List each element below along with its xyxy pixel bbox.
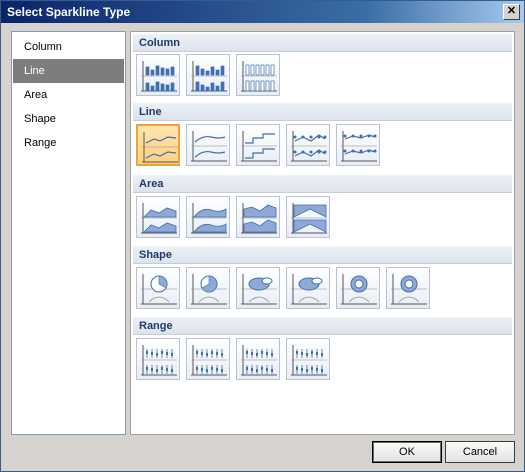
close-button[interactable]: ✕: [503, 4, 520, 20]
line-sparkline-icon: [291, 131, 327, 162]
section-header-range: Range: [133, 317, 512, 335]
area-sparkline-icon: [191, 203, 227, 234]
pie-sparkline-icon: [391, 274, 427, 305]
line-sparkline-icon: [341, 131, 377, 162]
section-header-line: Line: [133, 103, 512, 121]
section-header-column: Column: [133, 34, 512, 52]
sparkline-category-list: Column Line Area Shape Range: [11, 31, 126, 435]
section-header-area: Area: [133, 175, 512, 193]
line-sparkline-icon: [241, 131, 277, 162]
pie-sparkline-tile-2[interactable]: [186, 267, 230, 309]
range-sparkline-tile-4[interactable]: [286, 338, 330, 380]
line-sparkline-icon: [191, 131, 227, 162]
column-sparkline-icon: [241, 61, 277, 92]
column-sparkline-tile-2[interactable]: [186, 54, 230, 96]
pie-sparkline-tile-5[interactable]: [336, 267, 380, 309]
pie-sparkline-tile-3[interactable]: [236, 267, 280, 309]
pie-sparkline-tile-1[interactable]: [136, 267, 180, 309]
area-sparkline-tile-4[interactable]: [286, 196, 330, 238]
gallery-content: Column Line Area Shape Range: [131, 32, 514, 432]
range-sparkline-icon: [141, 345, 177, 376]
pie-sparkline-icon: [141, 274, 177, 305]
line-sparkline-tile-3[interactable]: [236, 124, 280, 166]
sidebar-item-area[interactable]: Area: [13, 83, 124, 107]
line-sparkline-tile-2[interactable]: [186, 124, 230, 166]
column-sparkline-tile-1[interactable]: [136, 54, 180, 96]
sidebar-item-column[interactable]: Column: [13, 35, 124, 59]
line-sparkline-tile-1[interactable]: [136, 124, 180, 166]
range-sparkline-icon: [241, 345, 277, 376]
area-sparkline-tile-1[interactable]: [136, 196, 180, 238]
select-sparkline-type-dialog: Select Sparkline Type ✕ Column Line Area…: [0, 0, 525, 472]
range-sparkline-tile-2[interactable]: [186, 338, 230, 380]
cancel-button[interactable]: Cancel: [445, 441, 515, 463]
range-sparkline-icon: [191, 345, 227, 376]
sidebar-item-line[interactable]: Line: [13, 59, 124, 83]
area-sparkline-icon: [141, 203, 177, 234]
column-sparkline-tile-3[interactable]: [236, 54, 280, 96]
line-sparkline-tile-5[interactable]: [336, 124, 380, 166]
column-sparkline-icon: [191, 61, 227, 92]
pie-sparkline-icon: [291, 274, 327, 305]
range-sparkline-tile-3[interactable]: [236, 338, 280, 380]
dialog-title: Select Sparkline Type: [7, 5, 131, 19]
pie-sparkline-icon: [241, 274, 277, 305]
area-sparkline-icon: [241, 203, 277, 234]
area-sparkline-tile-3[interactable]: [236, 196, 280, 238]
pie-sparkline-tile-6[interactable]: [386, 267, 430, 309]
area-sparkline-icon: [291, 203, 327, 234]
title-bar: Select Sparkline Type ✕: [1, 1, 524, 23]
range-sparkline-tile-1[interactable]: [136, 338, 180, 380]
line-sparkline-tile-4[interactable]: [286, 124, 330, 166]
line-sparkline-icon: [142, 132, 178, 163]
section-header-shape: Shape: [133, 246, 512, 264]
column-sparkline-icon: [141, 61, 177, 92]
sparkline-gallery: Column Line Area Shape Range: [130, 31, 515, 435]
pie-sparkline-icon: [341, 274, 377, 305]
pie-sparkline-icon: [191, 274, 227, 305]
ok-button[interactable]: OK: [372, 441, 442, 463]
sidebar-item-range[interactable]: Range: [13, 131, 124, 155]
pie-sparkline-tile-4[interactable]: [286, 267, 330, 309]
range-sparkline-icon: [291, 345, 327, 376]
sidebar-item-shape[interactable]: Shape: [13, 107, 124, 131]
area-sparkline-tile-2[interactable]: [186, 196, 230, 238]
